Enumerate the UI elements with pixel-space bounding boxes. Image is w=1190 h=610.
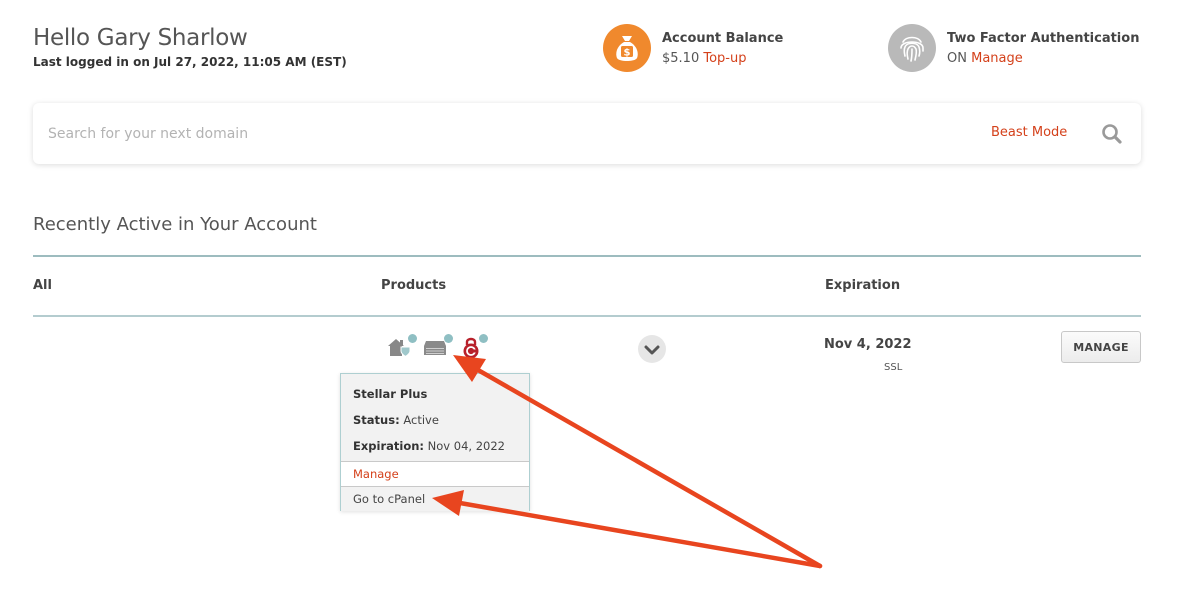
page-title: Hello Gary Sharlow [33,25,248,51]
table-header-divider [33,315,1141,317]
popover-plan-name: Stellar Plus [353,387,428,401]
two-factor-title: Two Factor Authentication [947,30,1140,46]
status-dot [444,334,453,343]
chevron-down-icon [644,340,660,359]
account-balance-widget: $ Account Balance $5.10 Top-up [603,24,783,72]
popover-manage-link[interactable]: Manage [341,461,529,486]
svg-text:$: $ [624,48,631,59]
go-to-cpanel-link[interactable]: Go to cPanel [341,486,529,511]
section-title: Recently Active in Your Account [33,214,317,235]
last-login-text: Last logged in on Jul 27, 2022, 11:05 AM… [33,55,347,69]
status-dot [479,334,488,343]
beast-mode-link[interactable]: Beast Mode [991,125,1067,140]
expand-row-button[interactable] [638,335,666,363]
two-factor-widget: Two Factor Authentication ON Manage [888,24,1139,72]
top-up-link[interactable]: Top-up [703,51,746,66]
domain-search-bar: Beast Mode [33,103,1141,164]
two-factor-manage-link[interactable]: Manage [971,51,1023,66]
greeting-block: Hello Gary Sharlow Last logged in on Jul… [33,25,347,69]
annotation-arrow-cpanel [457,500,823,569]
hosting-server-icon[interactable] [423,338,447,362]
product-popover: Stellar Plus Status: Active Expiration: … [340,373,530,511]
column-header-products: Products [381,278,447,293]
account-balance-title: Account Balance [662,30,784,46]
popover-status-value: Active [403,413,439,427]
account-balance-amount: $5.10 [662,50,700,66]
popover-expiration-value: Nov 04, 2022 [427,439,505,453]
domain-search-input[interactable] [48,121,948,147]
money-bag-icon: $ [603,24,651,72]
status-dot [408,334,417,343]
search-icon[interactable] [1101,123,1123,149]
two-factor-status: ON [947,50,967,66]
column-header-all[interactable]: All [33,278,52,293]
fingerprint-icon [888,24,936,72]
popover-expiration-label: Expiration: [353,439,425,453]
section-divider [33,255,1141,257]
column-header-expiration: Expiration [825,278,901,293]
expiration-product-type: SSL [884,362,903,373]
annotation-arrows [432,355,823,569]
manage-button[interactable]: MANAGE [1061,331,1141,363]
popover-status-label: Status: [353,413,400,427]
expiration-date: Nov 4, 2022 [824,337,912,352]
